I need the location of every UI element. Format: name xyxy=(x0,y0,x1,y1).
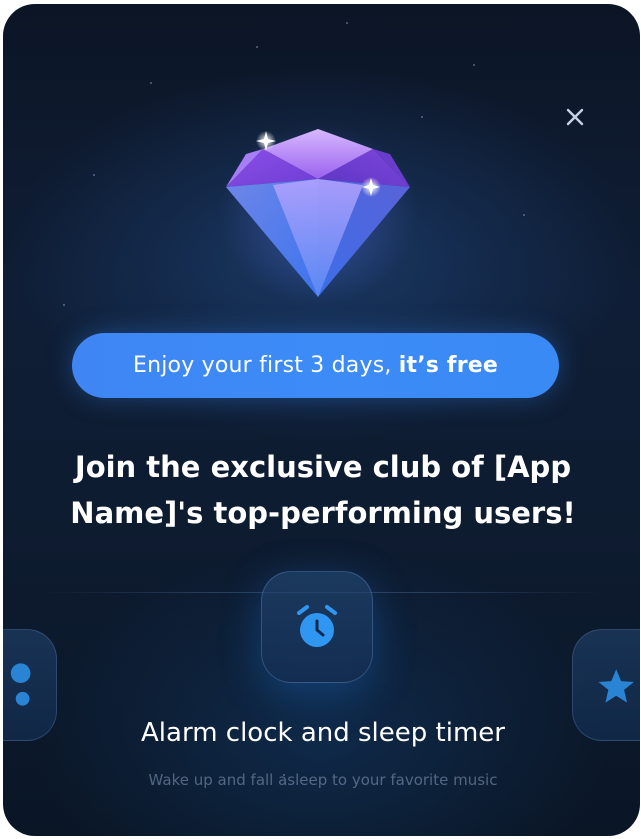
background-star xyxy=(346,22,348,24)
feature-tile-active[interactable] xyxy=(261,571,373,683)
feature-description: Wake up and fall asleep to your favorite… xyxy=(148,771,498,789)
page-title: Join the exclusive club of [App Name]'s … xyxy=(70,450,576,530)
background-star xyxy=(523,214,525,216)
background-star xyxy=(150,82,152,84)
free-trial-highlight: it’s free xyxy=(398,353,498,378)
background-star xyxy=(63,304,65,306)
free-trial-text: Enjoy your first 3 days, xyxy=(132,353,399,378)
close-icon xyxy=(566,108,584,126)
free-trial-banner[interactable]: Enjoy your first 3 days, it’s free xyxy=(72,333,559,398)
background-star xyxy=(421,116,423,118)
background-star xyxy=(256,46,258,48)
feature-title: Alarm clock and sleep timer xyxy=(141,718,505,748)
background-star xyxy=(473,64,475,66)
background-star xyxy=(93,174,95,176)
alarm-clock-icon xyxy=(297,605,337,647)
paywall-screen: Enjoy your first 3 days, it’s free Join … xyxy=(3,4,640,836)
diamond-icon xyxy=(218,124,418,304)
close-button[interactable] xyxy=(558,100,592,134)
